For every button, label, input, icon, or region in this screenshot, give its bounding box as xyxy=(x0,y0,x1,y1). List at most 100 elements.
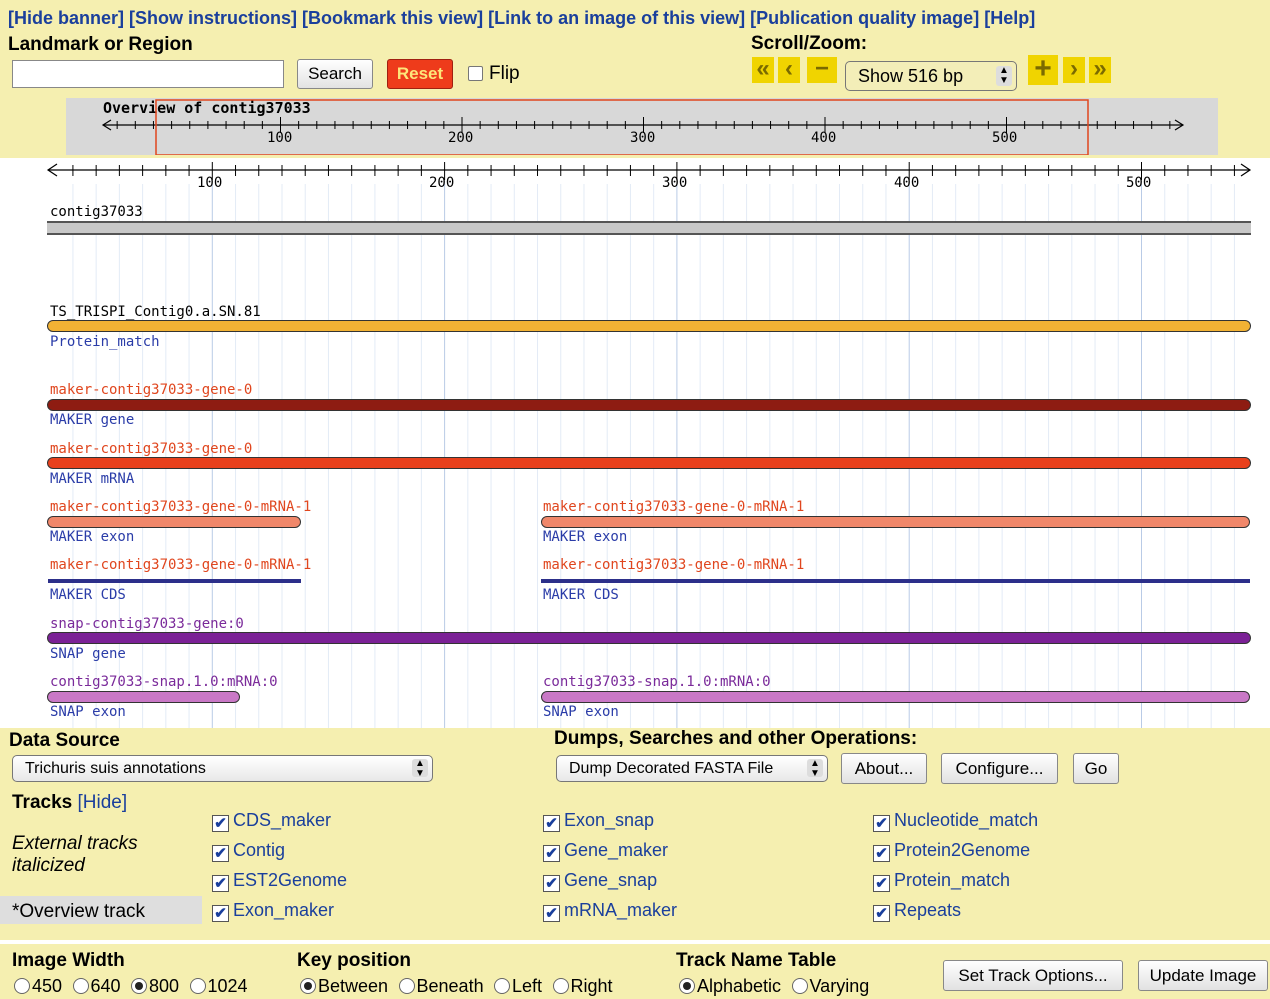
maker-mrna-type: MAKER mRNA xyxy=(50,471,135,487)
maker-cds-name-1: maker-contig37033-gene-0-mRNA-1 xyxy=(50,557,312,573)
checkbox-checked-icon[interactable]: ✔ xyxy=(873,845,890,862)
snap-exon-name-1: contig37033-snap.1.0:mRNA:0 xyxy=(50,674,278,690)
ruler-tick-label-100: 100 xyxy=(197,175,223,191)
radio-icon xyxy=(552,978,569,994)
contig-bar[interactable] xyxy=(47,221,1251,235)
data-source-select[interactable]: Trichuris suis annotations ▲ ▼ xyxy=(12,755,433,782)
width-option-800[interactable]: 800 xyxy=(131,976,179,996)
track-item-exon-snap[interactable]: ✔ Exon_snap xyxy=(543,810,654,832)
maker-exon-name-2: maker-contig37033-gene-0-mRNA-1 xyxy=(543,499,805,515)
track-item-protein-match[interactable]: ✔ Protein_match xyxy=(873,870,1010,892)
data-source-value: Trichuris suis annotations xyxy=(25,760,206,777)
table-option-varying[interactable]: Varying xyxy=(791,976,869,996)
checkbox-checked-icon[interactable]: ✔ xyxy=(212,905,229,922)
width-option-1024[interactable]: 1024 xyxy=(189,976,248,996)
zoom-select[interactable]: Show 516 bp ▲ ▼ xyxy=(845,61,1017,91)
track-name-table-options: Alphabetic Varying xyxy=(679,976,875,997)
ruler-tick-label-300: 300 xyxy=(662,175,688,191)
table-option-alphabetic[interactable]: Alphabetic xyxy=(679,976,781,996)
radio-icon xyxy=(398,978,415,994)
checkbox-checked-icon[interactable]: ✔ xyxy=(873,905,890,922)
maker-exon-bar-1[interactable] xyxy=(47,516,301,528)
maker-gene-name: maker-contig37033-gene-0 xyxy=(50,382,253,398)
maker-gene-bar[interactable] xyxy=(47,399,1251,411)
checkbox-checked-icon[interactable]: ✔ xyxy=(543,905,560,922)
select-arrows-icon: ▲ ▼ xyxy=(996,66,1012,86)
set-track-options-button[interactable]: Set Track Options... xyxy=(943,960,1123,991)
key-position-label: Key position xyxy=(297,950,412,971)
track-item-exon-maker[interactable]: ✔ Exon_maker xyxy=(212,900,334,922)
track-item-nucleotide-match[interactable]: ✔ Nucleotide_match xyxy=(873,810,1038,832)
track-item-repeats[interactable]: ✔ Repeats xyxy=(873,900,961,922)
tracks-hide-link[interactable]: [Hide] xyxy=(78,792,128,813)
hide-banner-link[interactable]: [Hide banner] xyxy=(8,8,124,28)
reset-button[interactable]: Reset xyxy=(387,59,453,89)
track-item-contig[interactable]: ✔ Contig xyxy=(212,840,285,862)
dumps-value: Dump Decorated FASTA File xyxy=(569,760,774,777)
show-instructions-link[interactable]: [Show instructions] xyxy=(129,8,297,28)
overview-ruler xyxy=(101,99,1185,155)
snap-exon-name-2: contig37033-snap.1.0:mRNA:0 xyxy=(543,674,771,690)
width-option-640[interactable]: 640 xyxy=(72,976,121,996)
search-button[interactable]: Search xyxy=(297,59,373,89)
landmark-input[interactable] xyxy=(12,60,284,88)
maker-gene-type: MAKER gene xyxy=(50,412,135,428)
key-option-left[interactable]: Left xyxy=(494,976,542,996)
key-option-between[interactable]: Between xyxy=(300,976,388,996)
track-item-est2genome[interactable]: ✔ EST2Genome xyxy=(212,870,347,892)
track-item-gene-snap[interactable]: ✔ Gene_snap xyxy=(543,870,657,892)
landmark-label: Landmark or Region xyxy=(8,34,193,55)
track-item-mrna-maker[interactable]: ✔ mRNA_maker xyxy=(543,900,677,922)
snap-exon-bar-1[interactable] xyxy=(47,691,240,703)
ruler-tick-label-500: 500 xyxy=(1126,175,1152,191)
snap-exon-bar-2[interactable] xyxy=(541,691,1250,703)
scroll-left-far-button[interactable]: « xyxy=(752,57,774,83)
checkbox-checked-icon[interactable]: ✔ xyxy=(212,875,229,892)
image-link[interactable]: [Link to an image of this view] xyxy=(488,8,745,28)
track-item-cds-maker[interactable]: ✔ CDS_maker xyxy=(212,810,331,832)
help-link[interactable]: [Help] xyxy=(984,8,1035,28)
external-tracks-note: External tracks italicized xyxy=(12,833,138,876)
protein-match-bar[interactable] xyxy=(47,320,1251,332)
scroll-right-far-button[interactable]: » xyxy=(1089,57,1111,83)
checkbox-checked-icon[interactable]: ✔ xyxy=(873,815,890,832)
radio-icon xyxy=(189,978,206,994)
publication-image-link[interactable]: [Publication quality image] xyxy=(750,8,979,28)
bookmark-view-link[interactable]: [Bookmark this view] xyxy=(302,8,483,28)
snap-gene-bar[interactable] xyxy=(47,632,1251,644)
checkbox-checked-icon[interactable]: ✔ xyxy=(543,815,560,832)
key-position-options: Between Beneath Left Right xyxy=(300,976,619,997)
flip-checkbox[interactable] xyxy=(468,66,483,81)
key-option-right[interactable]: Right xyxy=(552,976,613,996)
checkbox-checked-icon[interactable]: ✔ xyxy=(543,875,560,892)
overview-tick-label-200: 200 xyxy=(448,130,474,146)
dumps-label: Dumps, Searches and other Operations: xyxy=(554,728,918,749)
maker-cds-bar-2[interactable] xyxy=(541,579,1250,583)
track-item-gene-maker[interactable]: ✔ Gene_maker xyxy=(543,840,668,862)
go-button[interactable]: Go xyxy=(1073,753,1119,784)
maker-mrna-bar[interactable] xyxy=(47,457,1251,469)
checkbox-checked-icon[interactable]: ✔ xyxy=(873,875,890,892)
checkbox-checked-icon[interactable]: ✔ xyxy=(212,845,229,862)
configure-button[interactable]: Configure... xyxy=(941,753,1058,784)
flip-label: Flip xyxy=(489,63,520,84)
protein-match-type: Protein_match xyxy=(50,334,160,350)
maker-exon-bar-2[interactable] xyxy=(541,516,1250,528)
track-item-protein2genome[interactable]: ✔ Protein2Genome xyxy=(873,840,1030,862)
key-option-beneath[interactable]: Beneath xyxy=(398,976,484,996)
scroll-left-button[interactable]: ‹ xyxy=(778,57,800,83)
width-option-450[interactable]: 450 xyxy=(14,976,62,996)
update-image-button[interactable]: Update Image xyxy=(1138,960,1268,991)
ruler-tick-label-400: 400 xyxy=(894,175,920,191)
dumps-select[interactable]: Dump Decorated FASTA File ▲ ▼ xyxy=(556,755,828,782)
select-arrows-icon: ▲ ▼ xyxy=(412,759,428,779)
tracks-title: Tracks xyxy=(12,792,73,813)
checkbox-checked-icon[interactable]: ✔ xyxy=(212,815,229,832)
maker-cds-bar-1[interactable] xyxy=(48,579,301,583)
scroll-right-button[interactable]: › xyxy=(1063,57,1085,83)
data-source-label: Data Source xyxy=(9,730,120,751)
checkbox-checked-icon[interactable]: ✔ xyxy=(543,845,560,862)
zoom-out-button[interactable]: − xyxy=(807,57,837,83)
about-button[interactable]: About... xyxy=(841,753,927,784)
zoom-in-button[interactable]: + xyxy=(1028,54,1058,85)
